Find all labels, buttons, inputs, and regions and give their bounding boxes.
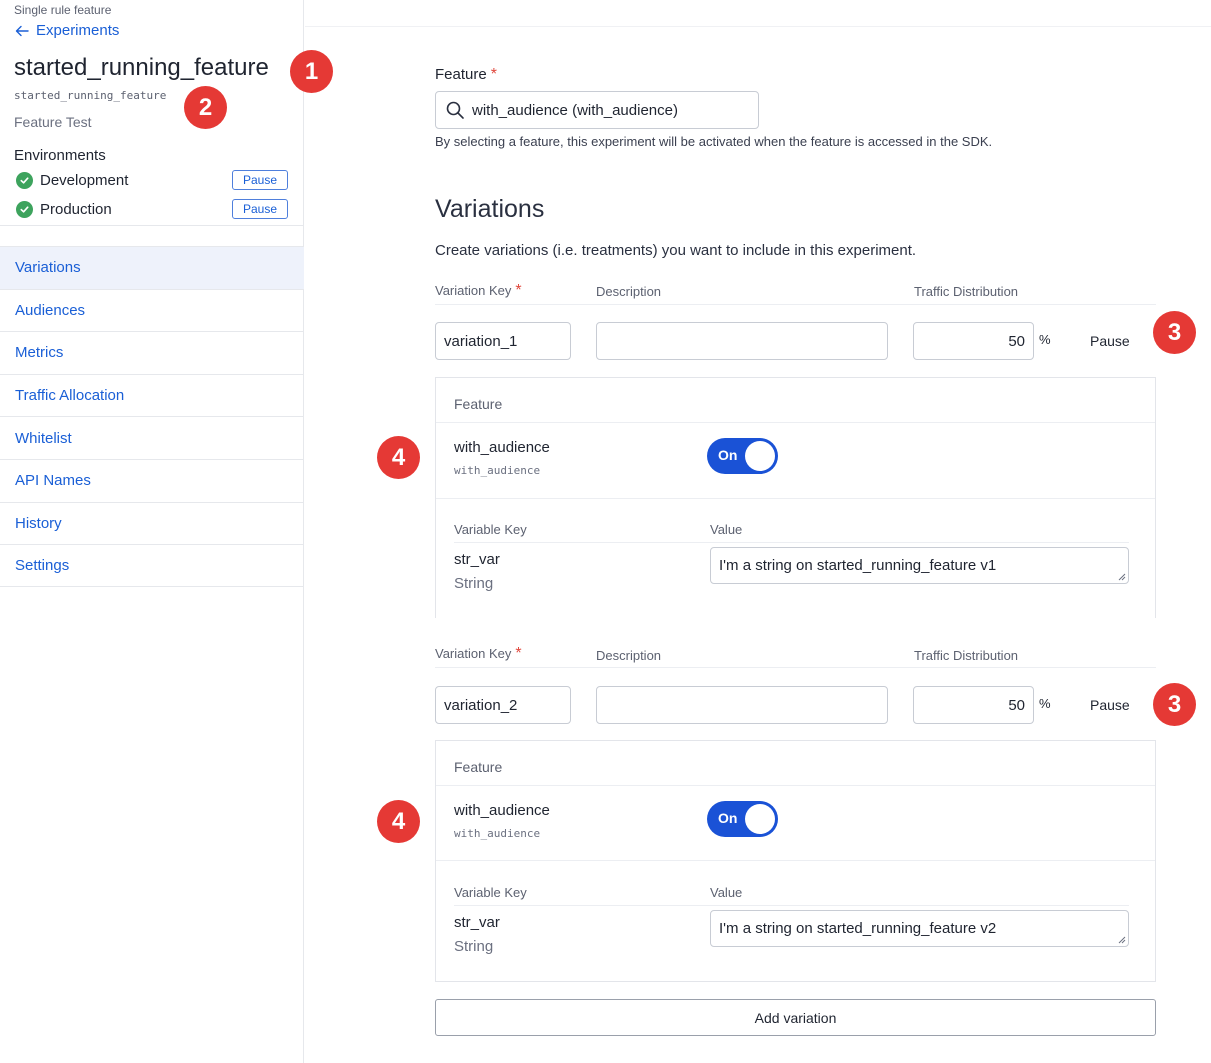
divider [435,667,1156,668]
divider [436,860,1155,861]
feature-help-text: By selecting a feature, this experiment … [435,134,993,149]
search-icon [446,101,464,119]
feature-enabled-toggle[interactable]: On [707,801,778,837]
value-label: Value [710,885,743,900]
feature-name: with_audience [454,802,550,819]
description-label: Description [596,284,662,299]
percent-sign: % [1039,696,1051,711]
resize-grip-icon[interactable] [1117,572,1126,581]
variable-name: str_var [454,551,500,568]
sidebar-item-history[interactable]: History [0,501,304,545]
variable-value-textarea[interactable]: I'm a string on started_running_feature … [710,547,1129,584]
feature-name: with_audience [454,439,550,456]
toggle-knob [745,804,775,834]
panel-feature-label: Feature [454,759,503,775]
check-circle-icon [16,200,33,218]
environment-row-production: Production Pause [16,198,288,220]
sidebar-item-settings[interactable]: Settings [0,544,304,587]
variable-value-textarea[interactable]: I'm a string on started_running_feature … [710,910,1129,947]
description-label: Description [596,648,662,663]
page-title: started_running_feature [14,54,269,81]
divider [436,422,1155,423]
sidebar: Single rule feature Experiments started_… [0,0,304,1063]
header-divider [305,26,1211,27]
variable-type: String [454,938,494,955]
required-asterisk: * [515,282,522,299]
variation-description-input[interactable] [596,322,888,360]
variable-key-label: Variable Key [454,522,527,537]
pause-variation-button[interactable]: Pause [1090,333,1130,349]
sidebar-item-audiences[interactable]: Audiences [0,288,304,332]
pause-variation-button[interactable]: Pause [1090,697,1130,713]
arrow-left-icon [15,25,29,36]
sidebar-nav: Variations Audiences Metrics Traffic All… [0,246,304,587]
toggle-label: On [718,810,738,826]
variable-name: str_var [454,914,500,931]
feature-search-input[interactable]: with_audience (with_audience) [435,91,759,129]
variable-type: String [454,575,494,592]
annotation-badge-4: 4 [377,800,420,843]
variations-description: Create variations (i.e. treatments) you … [435,242,917,259]
variation-feature-panel: Feature with_audience with_audience On V… [435,740,1156,982]
add-variation-button[interactable]: Add variation [435,999,1156,1036]
pause-development-button[interactable]: Pause [232,170,288,190]
annotation-badge-3: 3 [1153,683,1196,726]
environments-heading: Environments [14,147,106,164]
annotation-badge-1: 1 [290,50,333,93]
check-circle-icon [16,171,33,189]
variation-key-input[interactable]: variation_2 [435,686,571,724]
feature-enabled-toggle[interactable]: On [707,438,778,474]
sidebar-item-api-names[interactable]: API Names [0,458,304,502]
required-asterisk: * [515,645,522,662]
toggle-knob [745,441,775,471]
feature-key: with_audience [454,464,541,477]
divider [0,225,304,226]
variation-key-input[interactable]: variation_1 [435,322,571,360]
environment-row-development: Development Pause [16,169,288,191]
feature-type-label: Single rule feature [14,3,112,17]
divider [436,498,1155,499]
feature-field-label: Feature * [435,66,497,83]
variations-heading: Variations [435,195,545,223]
variation-feature-panel: Feature with_audience with_audience On V… [435,377,1156,618]
traffic-distribution-input[interactable]: 50 [913,686,1034,724]
traffic-distribution-label: Traffic Distribution [914,648,1019,663]
variation-key-label: Variation Key * [435,282,522,299]
sidebar-item-whitelist[interactable]: Whitelist [0,416,304,459]
environment-name: Development [40,171,129,189]
traffic-distribution-label: Traffic Distribution [914,284,1019,299]
annotation-badge-3: 3 [1153,311,1196,354]
divider [454,542,1129,543]
pause-production-button[interactable]: Pause [232,199,288,219]
value-label: Value [710,522,743,537]
sidebar-item-traffic-allocation[interactable]: Traffic Allocation [0,373,304,417]
resize-grip-icon[interactable] [1117,935,1126,944]
traffic-distribution-input[interactable]: 50 [913,322,1034,360]
variable-key-label: Variable Key [454,885,527,900]
variation-description-input[interactable] [596,686,888,724]
divider [454,905,1129,906]
annotation-badge-4: 4 [377,436,420,479]
variable-value-text: I'm a string on started_running_feature … [719,920,997,937]
toggle-label: On [718,447,738,463]
back-link-label: Experiments [36,22,120,39]
panel-feature-label: Feature [454,396,503,412]
feature-key: with_audience [454,827,541,840]
annotation-badge-2: 2 [184,86,227,129]
variable-value-text: I'm a string on started_running_feature … [719,557,997,574]
required-asterisk: * [490,66,497,83]
feature-search-value: with_audience (with_audience) [472,101,678,119]
divider [435,304,1156,305]
environment-name: Production [40,200,112,218]
feature-api-key: started_running_feature [14,89,167,102]
sidebar-item-variations[interactable]: Variations [0,246,304,289]
divider [436,785,1155,786]
variation-key-label: Variation Key * [435,645,522,662]
sidebar-item-metrics[interactable]: Metrics [0,331,304,374]
back-to-experiments-link[interactable]: Experiments [14,22,119,39]
experiment-type: Feature Test [14,114,92,130]
percent-sign: % [1039,332,1051,347]
